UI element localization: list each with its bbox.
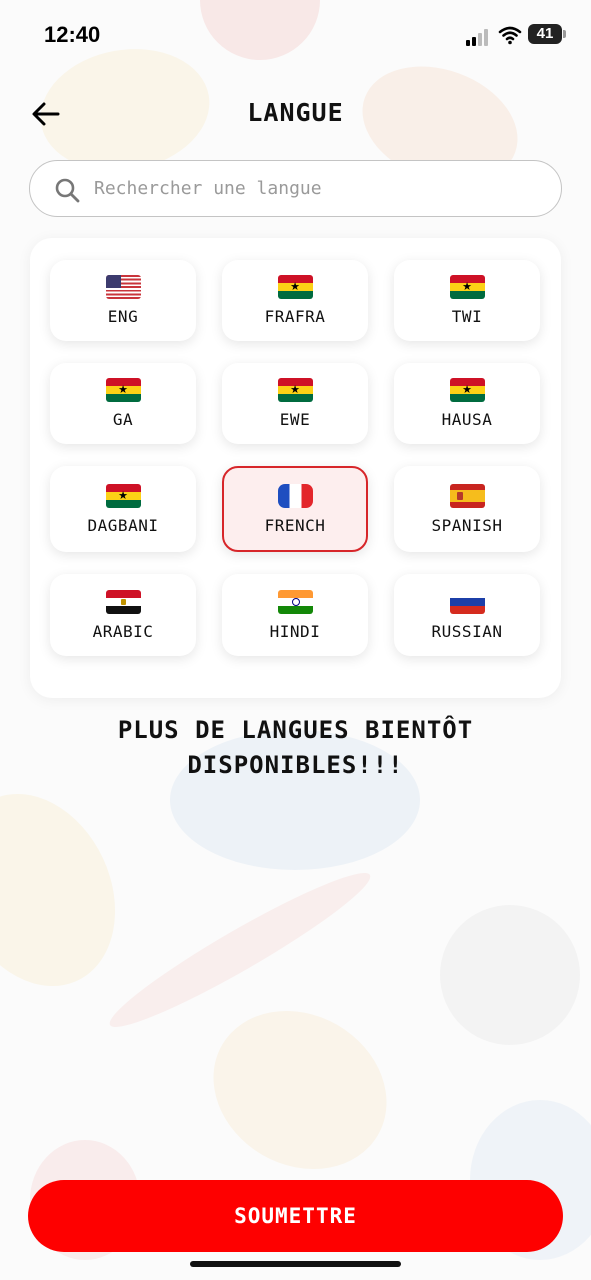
language-tile-arabic[interactable]: ARABIC	[50, 574, 196, 656]
language-label: GA	[112, 410, 134, 429]
ghana-flag-icon	[105, 483, 141, 508]
language-tile-spanish[interactable]: SPANISH	[394, 466, 540, 552]
status-time: 12:40	[44, 22, 101, 47]
language-label: RUSSIAN	[431, 621, 503, 641]
egypt-flag-icon	[105, 589, 141, 614]
france-flag-icon	[277, 483, 313, 508]
language-label: ARABIC	[92, 621, 154, 641]
ghana-flag-icon	[105, 378, 141, 402]
us-flag-icon	[105, 275, 141, 299]
language-label: TWI	[451, 307, 483, 326]
home-indicator	[190, 1261, 401, 1267]
cellular-signal-icon	[466, 28, 492, 46]
language-label: FRAFRA	[264, 307, 326, 326]
wifi-icon	[498, 26, 522, 45]
russia-flag-icon	[449, 589, 485, 614]
language-tile-eng[interactable]: ENG	[50, 260, 196, 341]
language-tile-french-selected[interactable]: FRENCH	[222, 466, 368, 552]
language-label: EWE	[279, 410, 311, 429]
language-label: ENG	[107, 307, 139, 326]
battery-icon: 41	[528, 24, 566, 44]
language-tile-russian[interactable]: RUSSIAN	[394, 574, 540, 656]
search-input[interactable]	[94, 161, 544, 216]
ghana-flag-icon	[277, 378, 313, 402]
spain-flag-icon	[449, 483, 485, 508]
ghana-flag-icon	[449, 378, 485, 402]
status-bar: 12:40 41	[0, 0, 591, 70]
ghana-flag-icon	[449, 275, 485, 299]
language-tile-hausa[interactable]: HAUSA	[394, 363, 540, 444]
more-languages-notice: PLUS DE LANGUES BIENTÔT DISPONIBLES!!!	[117, 716, 474, 779]
search-bar	[29, 160, 562, 217]
header: LANGUE	[0, 90, 591, 140]
language-tile-ewe[interactable]: EWE	[222, 363, 368, 444]
language-label: HAUSA	[441, 410, 493, 429]
language-grid-panel: ENG FRAFRA TWI GA EWE HAUSA DAGBANI FREN…	[30, 238, 561, 698]
search-icon	[55, 178, 80, 203]
india-flag-icon	[277, 589, 313, 614]
submit-button[interactable]: SOUMETTRE	[28, 1180, 563, 1252]
language-tile-dagbani[interactable]: DAGBANI	[50, 466, 196, 552]
language-tile-hindi[interactable]: HINDI	[222, 574, 368, 656]
ghana-flag-icon	[277, 275, 313, 299]
language-tile-frafra[interactable]: FRAFRA	[222, 260, 368, 341]
language-label: SPANISH	[431, 515, 503, 535]
language-tile-ga[interactable]: GA	[50, 363, 196, 444]
page-title: LANGUE	[247, 98, 344, 127]
language-label: HINDI	[269, 621, 321, 641]
language-label: FRENCH	[264, 515, 326, 535]
language-tile-twi[interactable]: TWI	[394, 260, 540, 341]
language-label: DAGBANI	[87, 515, 159, 535]
